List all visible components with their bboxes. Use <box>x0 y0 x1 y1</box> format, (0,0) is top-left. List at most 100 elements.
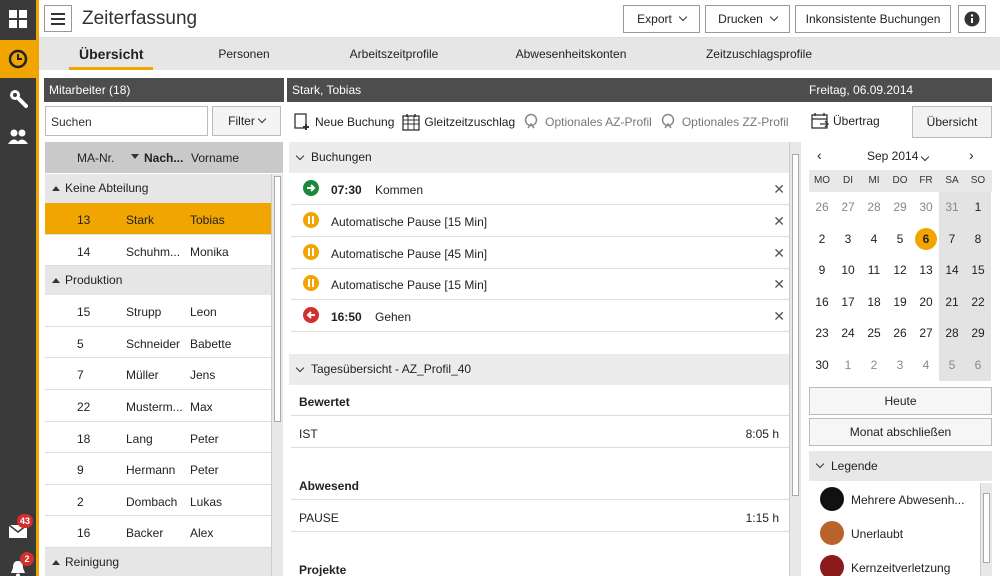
calendar-day[interactable]: 6 <box>965 349 991 381</box>
prev-month-icon[interactable]: ‹ <box>817 147 822 163</box>
calendar-day[interactable]: 19 <box>887 287 913 319</box>
hamburger-menu-button[interactable] <box>44 5 72 32</box>
calendar-day[interactable]: 29 <box>965 318 991 350</box>
legend-header[interactable]: Legende <box>809 451 992 481</box>
table-row[interactable]: 16 Backer Alex <box>45 516 271 548</box>
tab-arbeitszeitprofile[interactable]: Arbeitszeitprofile <box>339 38 449 70</box>
calendar-day[interactable]: 9 <box>809 255 835 287</box>
flex-bonus-button[interactable]: Gleitzeitzuschlag <box>402 113 515 131</box>
calendar-day[interactable]: 30 <box>809 350 835 382</box>
calendar-day[interactable]: 10 <box>835 255 861 287</box>
calendar-day[interactable]: 28 <box>939 318 965 350</box>
table-row[interactable]: 14 Schuhm... Monika <box>45 235 271 267</box>
search-input[interactable]: Suchen <box>45 106 208 136</box>
calendar-day[interactable]: 26 <box>887 318 913 350</box>
group-header[interactable]: Reinigung <box>45 547 271 576</box>
calendar-day[interactable]: 1 <box>965 192 991 224</box>
delete-booking-icon[interactable]: ✕ <box>773 181 785 198</box>
detail-scrollbar[interactable] <box>789 142 801 576</box>
today-button[interactable]: Heute <box>809 387 992 415</box>
table-row[interactable]: 5 Schneider Babette <box>45 327 271 359</box>
delete-booking-icon[interactable]: ✕ <box>773 276 785 293</box>
delete-booking-icon[interactable]: ✕ <box>773 245 785 262</box>
delete-booking-icon[interactable]: ✕ <box>773 213 785 230</box>
tools-icon[interactable] <box>0 79 36 117</box>
calendar-day[interactable]: 8 <box>965 223 991 255</box>
calendar-day[interactable]: 25 <box>861 318 887 350</box>
calendar-day[interactable]: 14 <box>939 255 965 287</box>
tab-abwesenheitskonten[interactable]: Abwesenheitskonten <box>509 38 633 70</box>
clock-icon[interactable] <box>0 40 36 78</box>
calendar-day[interactable]: 15 <box>965 255 991 287</box>
bookings-section-header[interactable]: Buchungen <box>289 142 789 173</box>
calendar-day[interactable]: 5 <box>887 224 913 256</box>
info-button[interactable] <box>958 5 986 33</box>
calendar-day[interactable]: 27 <box>913 318 939 350</box>
calendar-day[interactable]: 16 <box>809 287 835 319</box>
mail-icon[interactable]: 43 <box>0 512 36 550</box>
inconsistent-bookings-button[interactable]: Inkonsistente Buchungen <box>795 5 951 33</box>
table-row[interactable]: 9 Hermann Peter <box>45 453 271 485</box>
column-header-firstname[interactable]: Vorname <box>191 151 239 165</box>
calendar-day[interactable]: 11 <box>861 255 887 287</box>
table-row[interactable]: 2 Dombach Lukas <box>45 485 271 517</box>
calendar-day[interactable]: 13 <box>913 255 939 287</box>
legend-scrollbar[interactable] <box>980 483 992 576</box>
optional-az-profile-button[interactable]: Optionales AZ-Profil <box>523 113 652 131</box>
day-overview-header[interactable]: Tagesübersicht - AZ_Profil_40 <box>289 354 789 385</box>
column-header-name[interactable]: Nach... <box>144 151 183 165</box>
calendar-day[interactable]: 29 <box>887 192 913 224</box>
new-booking-button[interactable]: Neue Buchung <box>293 113 394 131</box>
calendar-day[interactable]: 21 <box>939 286 965 318</box>
calendar-day[interactable]: 23 <box>809 318 835 350</box>
calendar-day[interactable]: 12 <box>887 255 913 287</box>
filter-button[interactable]: Filter <box>212 106 281 136</box>
calendar-day[interactable]: 31 <box>939 192 965 224</box>
calendar-day[interactable]: 5 <box>939 349 965 381</box>
tab-zeitzuschlagsprofile[interactable]: Zeitzuschlagsprofile <box>699 38 819 70</box>
calendar-day[interactable]: 17 <box>835 287 861 319</box>
calendar-day[interactable]: 27 <box>835 192 861 224</box>
calendar-day[interactable]: 20 <box>913 287 939 319</box>
scrollbar-thumb[interactable] <box>274 176 281 422</box>
calendar-day[interactable]: 30 <box>913 192 939 224</box>
delete-booking-icon[interactable]: ✕ <box>773 308 785 325</box>
group-header[interactable]: Keine Abteilung <box>45 174 271 203</box>
calendar-day[interactable]: 3 <box>887 350 913 382</box>
tab-uebersicht[interactable]: Übersicht <box>69 38 153 70</box>
calendar-day[interactable]: 24 <box>835 318 861 350</box>
calendar-day[interactable]: 22 <box>965 286 991 318</box>
tab-personen[interactable]: Personen <box>209 38 279 70</box>
table-row[interactable]: 22 Musterm... Max <box>45 390 271 422</box>
apps-grid-icon[interactable] <box>0 0 36 38</box>
calendar-day[interactable]: 18 <box>861 287 887 319</box>
calendar-day[interactable]: 7 <box>939 223 965 255</box>
bell-icon[interactable]: 2 <box>0 550 36 576</box>
optional-zz-profile-button[interactable]: Optionales ZZ-Profil <box>660 113 789 131</box>
transfer-button[interactable]: Übertrag <box>811 112 880 130</box>
next-month-icon[interactable]: › <box>969 147 974 163</box>
calendar-day[interactable]: 4 <box>861 224 887 256</box>
scrollbar-thumb[interactable] <box>983 493 990 563</box>
booking-row[interactable]: Automatische Pause [45 Min] ✕ <box>291 237 789 269</box>
calendar-day[interactable]: 3 <box>835 224 861 256</box>
calendar-day[interactable]: 2 <box>861 350 887 382</box>
calendar-day[interactable]: 4 <box>913 350 939 382</box>
booking-row[interactable]: 07:30 Kommen ✕ <box>291 173 789 205</box>
table-row[interactable]: 7 Müller Jens <box>45 358 271 390</box>
table-row[interactable]: 18 Lang Peter <box>45 422 271 454</box>
calendar-day[interactable]: 1 <box>835 350 861 382</box>
group-header[interactable]: Produktion <box>45 266 271 296</box>
calendar-day[interactable]: 6 <box>913 224 939 256</box>
calendar-day[interactable]: 26 <box>809 192 835 224</box>
users-icon[interactable] <box>0 118 36 156</box>
table-row[interactable]: 13 Stark Tobias <box>45 203 271 235</box>
column-header-nr[interactable]: MA-Nr. <box>77 151 114 165</box>
calendar-day[interactable]: 2 <box>809 224 835 256</box>
employee-list-scrollbar[interactable] <box>271 174 283 576</box>
scrollbar-thumb[interactable] <box>792 154 799 496</box>
table-row[interactable]: 15 Strupp Leon <box>45 295 271 327</box>
overview-button[interactable]: Übersicht <box>912 106 992 138</box>
export-button[interactable]: Export <box>623 5 700 33</box>
booking-row[interactable]: Automatische Pause [15 Min] ✕ <box>291 268 789 300</box>
